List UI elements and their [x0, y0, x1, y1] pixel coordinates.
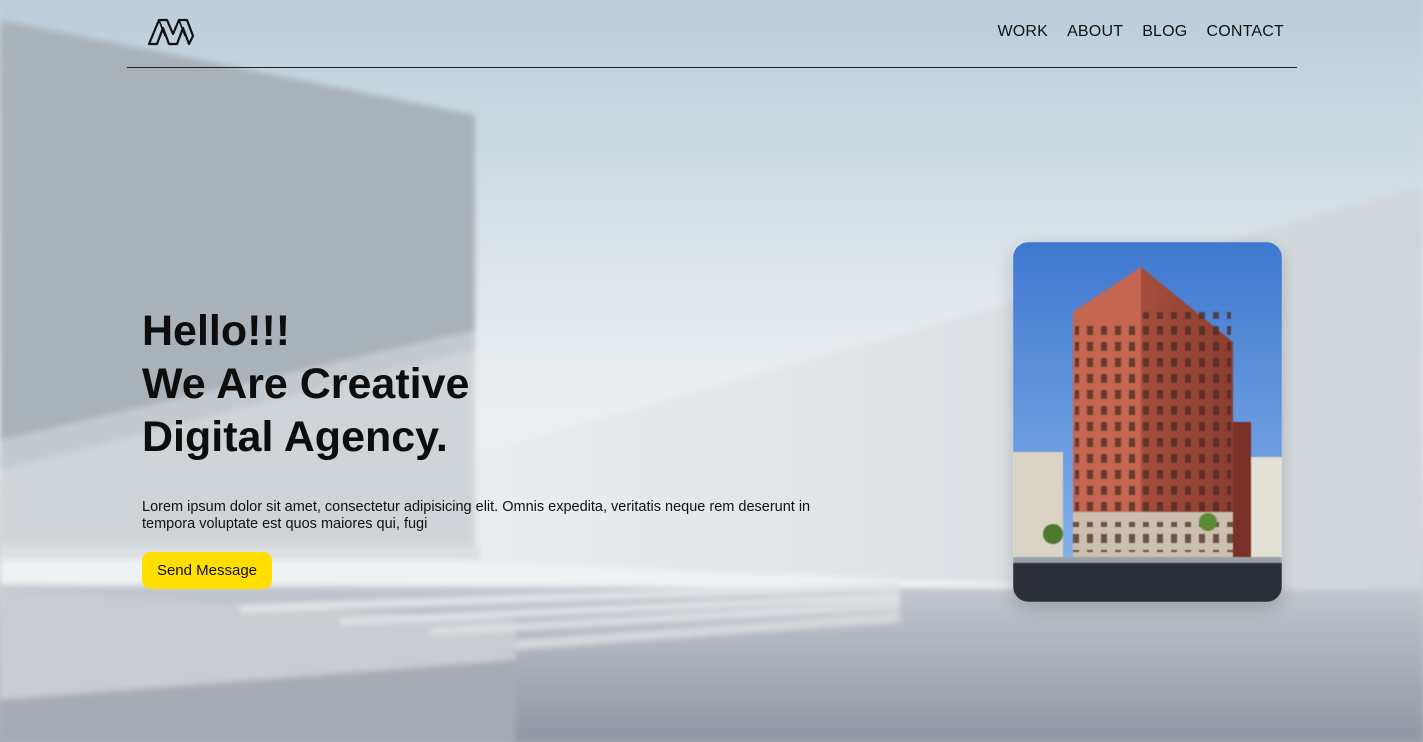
hero-description: Lorem ipsum dolor sit amet, consectetur …	[142, 499, 811, 532]
hero-title: Hello!!! We Are Creative Digital Agency.	[142, 305, 469, 464]
send-message-button[interactable]: Send Message	[142, 552, 272, 589]
site-header: WORK ABOUT BLOG CONTACT	[127, 0, 1297, 68]
nav-contact-link[interactable]: CONTACT	[1206, 23, 1284, 41]
agency-logo-icon[interactable]	[147, 16, 195, 46]
main-nav: WORK ABOUT BLOG CONTACT	[997, 23, 1284, 41]
building-photo	[1013, 242, 1282, 602]
nav-blog-link[interactable]: BLOG	[1142, 23, 1187, 41]
building-photo-card	[1013, 242, 1282, 602]
hero-title-line-2: We Are Creative	[142, 360, 470, 408]
nav-work-link[interactable]: WORK	[997, 23, 1048, 41]
hero-title-line-3: Digital Agency.	[142, 413, 448, 461]
landing-page: WORK ABOUT BLOG CONTACT Hello!!! We Are …	[0, 0, 1423, 742]
nav-about-link[interactable]: ABOUT	[1067, 23, 1123, 41]
hero-title-line-1: Hello!!!	[142, 307, 291, 355]
